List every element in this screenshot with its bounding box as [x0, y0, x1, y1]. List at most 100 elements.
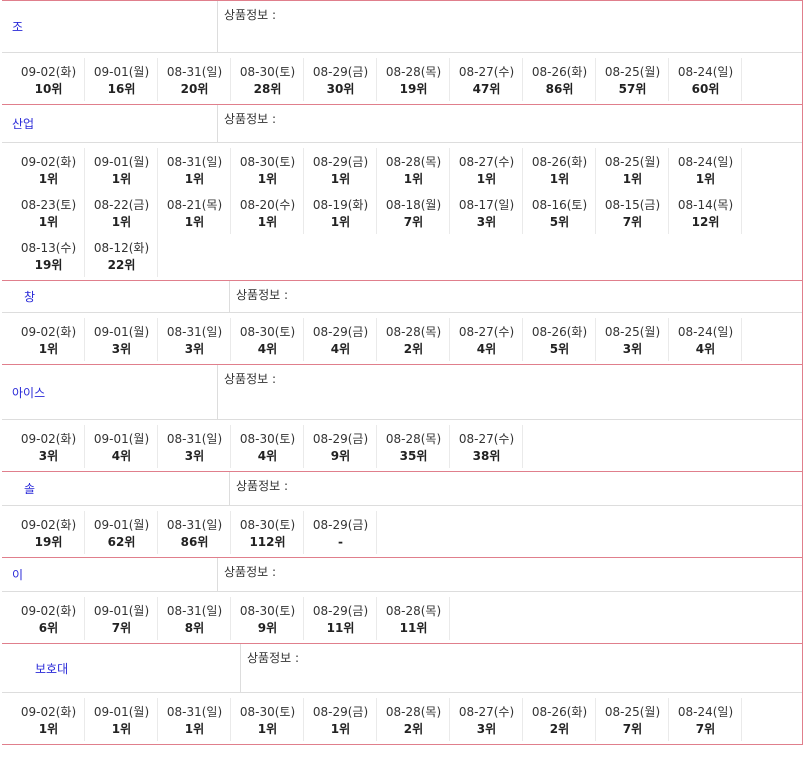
rank-date: 08-31(일) [166, 65, 223, 79]
rank-value: 19위 [34, 258, 63, 272]
rank-cell: 08-20(수) 1위 [232, 191, 304, 234]
rank-value: 57위 [618, 82, 647, 96]
product-name-link[interactable]: 이 [12, 566, 23, 583]
rank-cell: 08-24(일) 7위 [670, 698, 742, 741]
rank-cell: 08-29(금) 30위 [305, 58, 377, 101]
product-name-link[interactable]: 보호대 [35, 660, 68, 677]
rank-date: 08-30(토) [239, 604, 296, 618]
product-name-link[interactable]: 조 [12, 18, 23, 35]
rank-cell: 09-02(화) 1위 [13, 148, 85, 191]
rank-value: 3위 [111, 342, 132, 356]
rank-date: 08-27(수) [458, 325, 515, 339]
rank-history: 09-02(화) 1위 09-01(월) 1위 08-31(일) 1위 08-30(토) 1위… [2, 143, 802, 280]
rank-cell: 08-14(목) 12위 [670, 191, 742, 234]
rank-value: 38위 [472, 449, 501, 463]
rank-value: 2위 [549, 722, 570, 736]
rank-value: 7위 [622, 215, 643, 229]
rank-cell: 08-27(수) 38위 [451, 425, 523, 468]
rank-value: 60위 [691, 82, 720, 96]
rank-cell: 09-02(화) 19위 [13, 511, 85, 554]
rank-cell: 08-30(토) 9위 [232, 597, 304, 640]
rank-date: 08-16(토) [531, 198, 588, 212]
rank-value: 7위 [111, 621, 132, 635]
rank-cell: 08-24(일) 1위 [670, 148, 742, 191]
rank-value: 8위 [184, 621, 205, 635]
rank-value: 1위 [330, 172, 351, 186]
rank-history: 09-02(화) 1위 09-01(월) 1위 08-31(일) 1위 08-30(토) 1위… [2, 693, 802, 744]
rank-value: 11위 [326, 621, 355, 635]
rank-cell: 08-31(일) 20위 [159, 58, 231, 101]
rank-cell: 08-24(일) 60위 [670, 58, 742, 101]
rank-value: 1위 [38, 172, 59, 186]
rank-date: 09-01(월) [93, 604, 150, 618]
rank-cell: 08-30(토) 4위 [232, 425, 304, 468]
rank-value: 2위 [403, 722, 424, 736]
product-name-cell: 이 [2, 558, 218, 591]
rank-date: 09-01(월) [93, 155, 150, 169]
rank-cell: 09-01(월) 3위 [86, 318, 158, 361]
rank-value: 1위 [403, 172, 424, 186]
rank-value: 12위 [691, 215, 720, 229]
rank-date: 09-01(월) [93, 705, 150, 719]
product-header: 아이스 상품정보 : [2, 365, 802, 420]
rank-date: 08-30(토) [239, 155, 296, 169]
rank-cell: 08-25(월) 1위 [597, 148, 669, 191]
rank-cell: 08-29(금) 9위 [305, 425, 377, 468]
rank-date: 08-31(일) [166, 705, 223, 719]
rank-cell: 08-28(목) 1위 [378, 148, 450, 191]
rank-value: 3위 [184, 342, 205, 356]
product-rank-list: 조 상품정보 :09-02(화) 10위 09-01(월) 16위 08-31(일) 20위… [2, 0, 803, 745]
rank-date: 08-27(수) [458, 155, 515, 169]
rank-value: 1위 [38, 215, 59, 229]
rank-date: 08-20(수) [239, 198, 296, 212]
rank-date: 08-28(목) [385, 65, 442, 79]
rank-value: - [338, 535, 343, 549]
rank-date: 08-28(목) [385, 604, 442, 618]
rank-history: 09-02(화) 6위 09-01(월) 7위 08-31(일) 8위 08-30(토) 9위… [2, 592, 802, 643]
rank-history: 09-02(화) 10위 09-01(월) 16위 08-31(일) 20위 08-30(토… [2, 53, 802, 104]
product-header: 이 상품정보 : [2, 558, 802, 592]
rank-cell: 09-01(월) 16위 [86, 58, 158, 101]
rank-cell: 08-25(월) 7위 [597, 698, 669, 741]
rank-cell: 08-28(목) 35위 [378, 425, 450, 468]
rank-cell: 08-30(토) 28위 [232, 58, 304, 101]
product-header: 보호대 상품정보 : [2, 644, 802, 693]
product-name-link[interactable]: 산업 [12, 115, 34, 132]
rank-cell: 08-28(목) 2위 [378, 698, 450, 741]
rank-value: 1위 [549, 172, 570, 186]
rank-value: 1위 [257, 215, 278, 229]
rank-value: 19위 [34, 535, 63, 549]
rank-date: 08-18(월) [385, 198, 442, 212]
rank-value: 3위 [476, 215, 497, 229]
product-name-link[interactable]: 아이스 [12, 384, 45, 401]
rank-date: 08-27(수) [458, 65, 515, 79]
rank-date: 08-31(일) [166, 155, 223, 169]
rank-date: 08-26(화) [531, 155, 588, 169]
rank-cell: 08-28(목) 19위 [378, 58, 450, 101]
rank-date: 08-29(금) [312, 604, 369, 618]
rank-value: 86위 [545, 82, 574, 96]
rank-value: 7위 [403, 215, 424, 229]
product-name-link[interactable]: 솔 [24, 480, 35, 497]
rank-cell: 08-26(화) 86위 [524, 58, 596, 101]
rank-value: 4위 [476, 342, 497, 356]
rank-cell: 08-30(토) 1위 [232, 698, 304, 741]
product-block: 조 상품정보 : 09-02(화) 10위 09-01(월) 16위 08-31(일) 20위… [2, 0, 802, 104]
rank-date: 08-24(일) [677, 155, 734, 169]
rank-cell: 09-01(월) 4위 [86, 425, 158, 468]
rank-cell: 08-31(일) 3위 [159, 318, 231, 361]
rank-cell: 08-30(토) 4위 [232, 318, 304, 361]
rank-date: 08-29(금) [312, 705, 369, 719]
rank-date: 08-24(일) [677, 325, 734, 339]
rank-cell: 08-29(금) 11위 [305, 597, 377, 640]
rank-date: 08-21(목) [166, 198, 223, 212]
rank-date: 08-31(일) [166, 325, 223, 339]
product-name-link[interactable]: 창 [24, 288, 35, 305]
rank-value: 7위 [695, 722, 716, 736]
rank-value: 1위 [330, 722, 351, 736]
rank-value: 3위 [476, 722, 497, 736]
product-block: 보호대 상품정보 :09-02(화) 1위 09-01(월) 1위 08-31(일) 1위 0… [2, 643, 802, 745]
rank-date: 08-27(수) [458, 432, 515, 446]
rank-date: 08-25(월) [604, 325, 661, 339]
rank-cell: 08-29(금) 1위 [305, 148, 377, 191]
